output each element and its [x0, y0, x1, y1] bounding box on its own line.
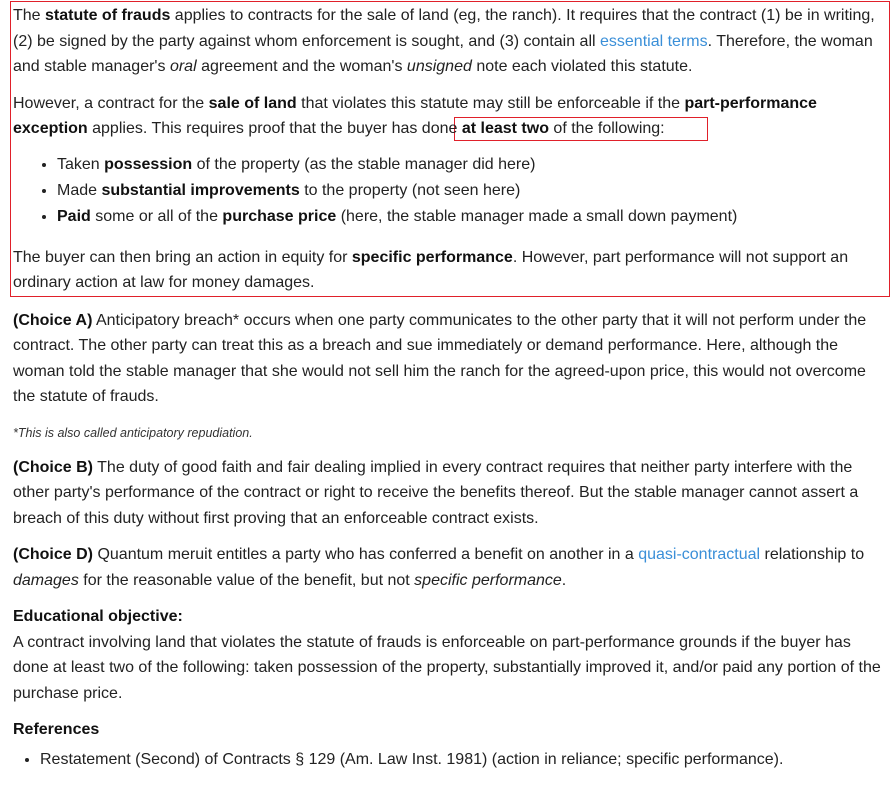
statute-of-frauds-paragraph: The statute of frauds applies to contrac…	[13, 7, 875, 75]
choice-a-paragraph: (Choice A) Anticipatory breach* occurs w…	[13, 311, 867, 406]
essential-terms-link[interactable]: essential terms	[600, 33, 708, 50]
specific-performance-paragraph: The buyer can then bring an action in eq…	[13, 248, 849, 292]
list-item: Taken possession of the property (as the…	[57, 152, 889, 178]
choice-b-label: (Choice B)	[13, 458, 93, 476]
list-item: Paid some or all of the purchase price (…	[57, 204, 889, 230]
choice-d-paragraph: (Choice D) Quantum meruit entitles a par…	[13, 546, 865, 589]
educational-objective-heading: Educational objective:	[13, 608, 183, 625]
list-item: Made substantial improvements to the pro…	[57, 178, 889, 204]
part-performance-list: Taken possession of the property (as the…	[13, 152, 889, 230]
choice-b-paragraph: (Choice B) The duty of good faith and fa…	[13, 458, 859, 527]
footnote: *This is also called anticipatory repudi…	[13, 425, 253, 440]
explanation-content: The statute of frauds applies to contrac…	[13, 3, 889, 773]
choice-a-label: (Choice A)	[13, 311, 93, 329]
quasi-contractual-link[interactable]: quasi-contractual	[638, 546, 760, 563]
part-performance-paragraph: However, a contract for the sale of land…	[13, 94, 817, 138]
references-list: Restatement (Second) of Contracts § 129 …	[13, 747, 889, 773]
educational-objective-text: A contract involving land that violates …	[13, 633, 881, 702]
choice-d-label: (Choice D)	[13, 546, 93, 563]
references-heading: References	[13, 721, 100, 738]
reference-item: Restatement (Second) of Contracts § 129 …	[40, 747, 889, 773]
